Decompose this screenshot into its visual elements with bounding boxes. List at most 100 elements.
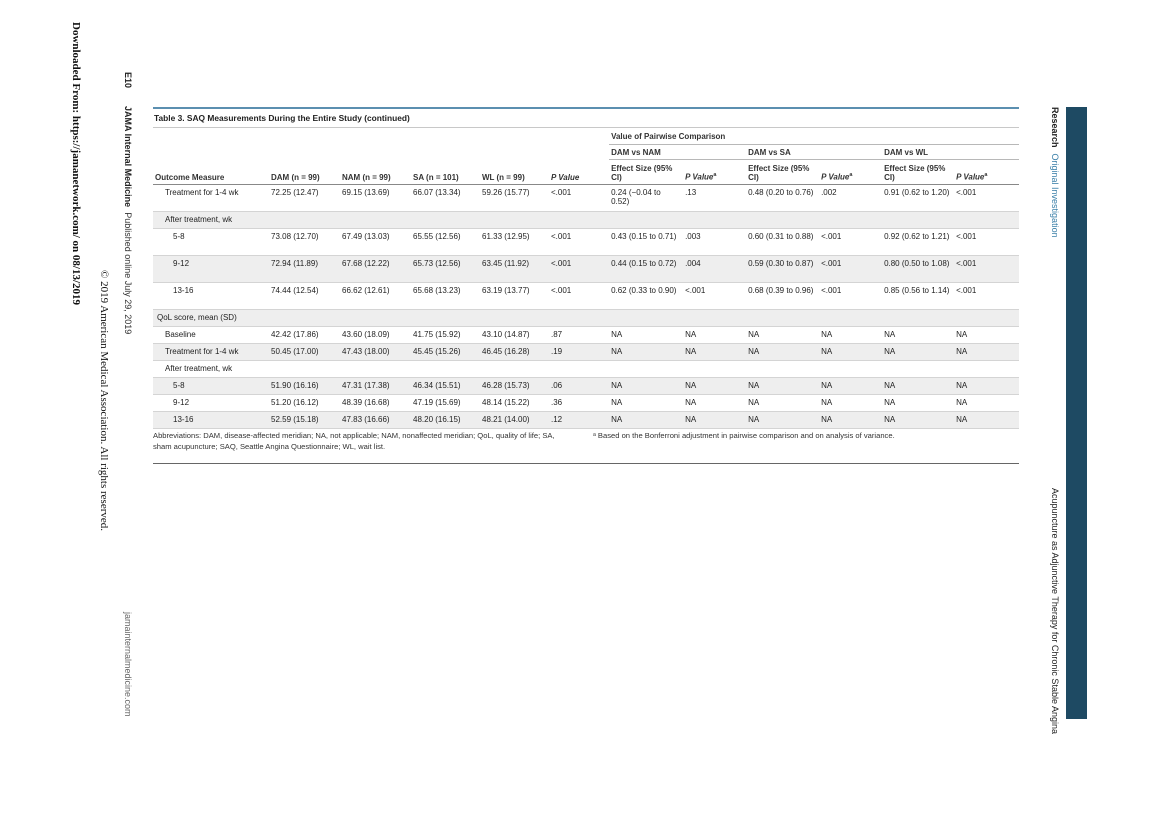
cell-es3: 0.80 (0.50 to 1.08) bbox=[884, 259, 950, 268]
col-sa: SA (n = 101) bbox=[411, 159, 480, 185]
cell-p3: NA bbox=[956, 347, 968, 356]
table-row: 9-12 51.20 (16.12) 48.39 (16.68) 47.19 (15.… bbox=[153, 395, 1020, 412]
cell-es1: NA bbox=[611, 347, 623, 356]
cell-sa: 46.34 (15.51) bbox=[413, 381, 461, 390]
cell-p2: NA bbox=[821, 330, 833, 339]
cell-nam: 66.62 (12.61) bbox=[342, 286, 390, 295]
cell-es1: 0.24 (−0.04 to 0.52) bbox=[611, 188, 661, 207]
cell-p1: <.001 bbox=[685, 286, 706, 295]
col-pv-2: P Valuea bbox=[819, 159, 883, 185]
cell-p2: <.001 bbox=[821, 286, 842, 295]
cell-p: <.001 bbox=[551, 232, 572, 241]
col-outcome: Outcome Measure bbox=[153, 159, 269, 185]
row-spacer bbox=[269, 310, 1019, 327]
section-label: Research Original Investigation bbox=[1050, 107, 1060, 238]
row-label: 5-8 bbox=[173, 381, 185, 390]
running-title: Acupuncture as Adjunctive Therapy for Ch… bbox=[1050, 488, 1060, 734]
table-row: 13-16 52.59 (15.18) 47.83 (16.66) 48.20 (16… bbox=[153, 411, 1020, 429]
cell-es2: 0.60 (0.31 to 0.88) bbox=[748, 232, 814, 241]
col-nam: NAM (n = 99) bbox=[340, 159, 411, 185]
cell-dam: 51.20 (16.12) bbox=[271, 398, 319, 407]
cell-nam: 48.39 (16.68) bbox=[342, 398, 390, 407]
row-spacer bbox=[269, 212, 1019, 229]
cell-es3: NA bbox=[884, 415, 896, 424]
cell-p1: NA bbox=[685, 415, 697, 424]
col-pv-1: P Valuea bbox=[683, 159, 747, 185]
cell-sa: 45.45 (15.26) bbox=[413, 347, 461, 356]
row-spacer bbox=[269, 361, 1019, 378]
cell-nam: 67.49 (13.03) bbox=[342, 232, 390, 241]
cell-p: <.001 bbox=[551, 259, 572, 268]
cell-p2: <.001 bbox=[821, 232, 842, 241]
cell-es3: NA bbox=[884, 381, 896, 390]
footnote-a: ᵃ Based on the Bonferroni adjustment in … bbox=[593, 431, 895, 440]
cell-p1: NA bbox=[685, 330, 697, 339]
download-notice: Downloaded From: https://jamanetwork.com… bbox=[70, 22, 82, 306]
cell-p: .87 bbox=[551, 330, 563, 339]
row-label: Treatment for 1-4 wk bbox=[165, 188, 239, 197]
row-label: 5-8 bbox=[173, 232, 185, 241]
cell-p3: <.001 bbox=[956, 232, 977, 241]
col-dam: DAM (n = 99) bbox=[269, 159, 340, 185]
row-label: After treatment, wk bbox=[165, 364, 233, 373]
col-es-1: Effect Size (95% CI) bbox=[609, 159, 684, 185]
cell-nam: 43.60 (18.09) bbox=[342, 330, 390, 339]
cell-p3: NA bbox=[956, 415, 968, 424]
page-label: E10 bbox=[123, 72, 133, 89]
cell-wl: 61.33 (12.95) bbox=[482, 232, 530, 241]
cell-sa: 48.20 (16.15) bbox=[413, 415, 461, 424]
cell-sa: 65.68 (13.23) bbox=[413, 286, 461, 295]
published-date: Published online July 29, 2019 bbox=[123, 212, 133, 335]
table-row: After treatment, wk bbox=[153, 361, 1020, 378]
cell-p3: NA bbox=[956, 398, 968, 407]
cell-es1: NA bbox=[611, 330, 623, 339]
col-p: P Value bbox=[549, 159, 610, 185]
cell-p2: .002 bbox=[821, 188, 837, 197]
side-accent-bar bbox=[1066, 107, 1087, 719]
col-pv-3: P Valuea bbox=[954, 159, 1020, 185]
pairwise-group-header: Value of Pairwise Comparison bbox=[609, 127, 1020, 145]
table-body: Treatment for 1-4 wk 72.25 (12.47) 69.15 (… bbox=[153, 185, 1020, 429]
cell-nam: 69.15 (13.69) bbox=[342, 188, 390, 197]
cell-es3: 0.92 (0.62 to 1.21) bbox=[884, 232, 950, 241]
cell-es1: NA bbox=[611, 398, 623, 407]
cell-sa: 66.07 (13.34) bbox=[413, 188, 461, 197]
cell-p2: NA bbox=[821, 398, 833, 407]
cell-wl: 46.28 (15.73) bbox=[482, 381, 530, 390]
col-es-2: Effect Size (95% CI) bbox=[746, 159, 820, 185]
cell-p: <.001 bbox=[551, 286, 572, 295]
row-label: QoL score, mean (SD) bbox=[157, 313, 237, 322]
comparison-dam-vs-sa: DAM vs SA bbox=[746, 144, 883, 160]
row-label: 9-12 bbox=[173, 259, 190, 268]
cell-wl: 59.26 (15.77) bbox=[482, 188, 530, 197]
cell-wl: 46.45 (16.28) bbox=[482, 347, 530, 356]
cell-p1: .13 bbox=[685, 188, 697, 197]
table-bottom-rule bbox=[153, 463, 1019, 464]
row-label: Baseline bbox=[165, 330, 196, 339]
cell-es1: NA bbox=[611, 381, 623, 390]
saq-table: Value of Pairwise Comparison DAM vs NAM … bbox=[153, 127, 1020, 429]
col-es-3: Effect Size (95% CI) bbox=[882, 159, 955, 185]
cell-dam: 50.45 (17.00) bbox=[271, 347, 319, 356]
footnote-abbreviations: Abbreviations: DAM, disease-affected mer… bbox=[153, 431, 555, 451]
cell-p3: NA bbox=[956, 381, 968, 390]
cell-es3: NA bbox=[884, 398, 896, 407]
section-research: Research bbox=[1050, 107, 1060, 148]
cell-sa: 41.75 (15.92) bbox=[413, 330, 461, 339]
cell-p3: NA bbox=[956, 330, 968, 339]
cell-es2: 0.59 (0.30 to 0.87) bbox=[748, 259, 814, 268]
cell-p: <.001 bbox=[551, 188, 572, 197]
section-original-investigation: Original Investigation bbox=[1050, 153, 1060, 238]
cell-sa: 47.19 (15.69) bbox=[413, 398, 461, 407]
cell-es1: 0.44 (0.15 to 0.72) bbox=[611, 259, 677, 268]
cell-es2: 0.68 (0.39 to 0.96) bbox=[748, 286, 814, 295]
cell-nam: 47.83 (16.66) bbox=[342, 415, 390, 424]
row-label: After treatment, wk bbox=[165, 215, 233, 224]
journal-site: jamainternalmedicine.com bbox=[123, 612, 133, 717]
cell-p2: NA bbox=[821, 381, 833, 390]
cell-p2: NA bbox=[821, 347, 833, 356]
cell-p1: NA bbox=[685, 398, 697, 407]
table-row: 9-12 72.94 (11.89) 67.68 (12.22) 65.73 (12.… bbox=[153, 255, 1020, 283]
cell-p: .19 bbox=[551, 347, 563, 356]
table-row: 5-8 51.90 (16.16) 47.31 (17.38) 46.34 (15.5… bbox=[153, 377, 1020, 395]
